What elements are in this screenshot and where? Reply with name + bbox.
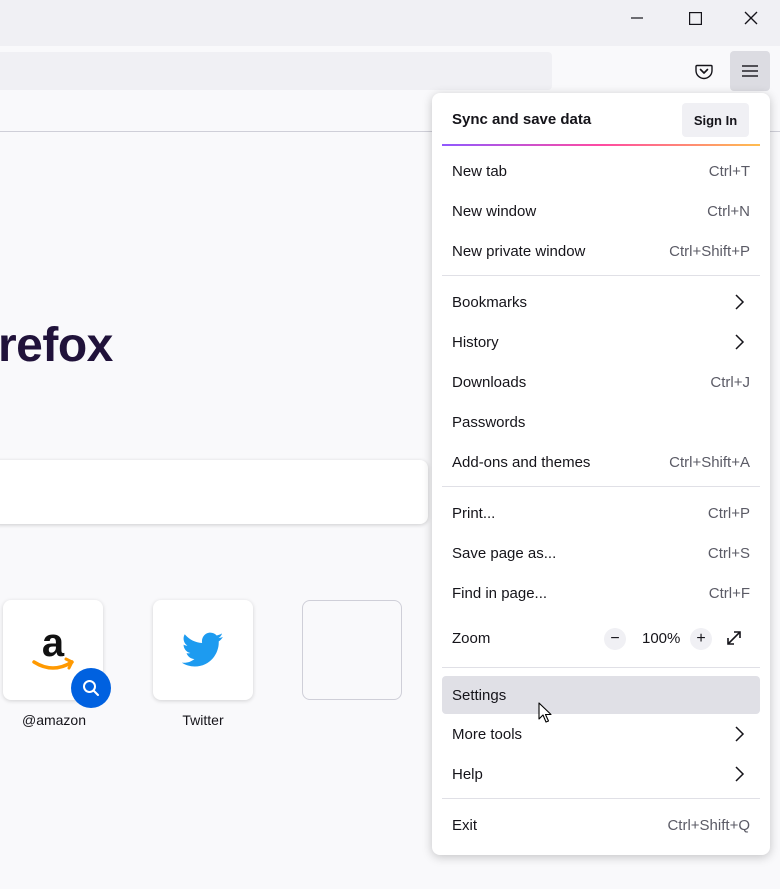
- menu-item-label: Passwords: [452, 414, 526, 431]
- pocket-button[interactable]: [686, 55, 722, 87]
- amazon-logo: a: [32, 624, 74, 670]
- menu-item-settings[interactable]: Settings: [442, 676, 760, 714]
- menu-item-save-page[interactable]: Save page as... Ctrl+S: [442, 535, 760, 571]
- minimize-icon: [631, 17, 643, 19]
- menu-item-shortcut: Ctrl+S: [707, 545, 750, 562]
- shortcut-label[interactable]: Twitter: [143, 712, 263, 728]
- menu-item-history[interactable]: History: [442, 324, 760, 360]
- app-menu-panel: Sync and save data Sign In New tab Ctrl+…: [432, 93, 770, 855]
- menu-item-new-tab[interactable]: New tab Ctrl+T: [442, 153, 760, 189]
- menu-item-shortcut: Ctrl+T: [708, 163, 750, 180]
- menu-item-label: Settings: [452, 687, 507, 704]
- maximize-icon: [688, 11, 702, 25]
- menu-item-label: More tools: [452, 726, 523, 743]
- menu-separator: [442, 486, 760, 487]
- shortcut-tile-twitter[interactable]: [153, 600, 253, 700]
- menu-item-addons-themes[interactable]: Add-ons and themes Ctrl+Shift+A: [442, 444, 760, 480]
- menu-item-shortcut: Ctrl+Shift+A: [669, 454, 750, 471]
- menu-item-label: Save page as...: [452, 545, 557, 562]
- minus-icon: −: [604, 628, 626, 650]
- menu-item-label: Bookmarks: [452, 294, 528, 311]
- shortcut-label[interactable]: @amazon: [0, 712, 114, 728]
- firefox-wordmark: refox: [0, 319, 113, 372]
- zoom-reset-button[interactable]: 100%: [642, 630, 680, 647]
- menu-item-label: Print...: [452, 505, 496, 522]
- menu-item-label: Exit: [452, 817, 478, 834]
- title-bar: [0, 0, 780, 46]
- menu-item-shortcut: Ctrl+Shift+P: [669, 243, 750, 260]
- menu-item-new-window[interactable]: New window Ctrl+N: [442, 193, 760, 229]
- sync-section: Sync and save data Sign In: [432, 93, 770, 147]
- menu-item-exit[interactable]: Exit Ctrl+Shift+Q: [442, 807, 760, 843]
- menu-item-zoom: Zoom − 100% +: [442, 620, 760, 656]
- menu-separator: [442, 667, 760, 668]
- newtab-search-box[interactable]: [0, 460, 428, 524]
- chevron-right-icon: [735, 294, 745, 310]
- maximize-button[interactable]: [668, 0, 722, 36]
- plus-icon: +: [690, 628, 712, 650]
- search-icon: [83, 680, 99, 696]
- pocket-icon: [695, 64, 713, 80]
- chevron-right-icon: [735, 766, 745, 782]
- menu-item-label: Downloads: [452, 374, 527, 391]
- zoom-out-button[interactable]: −: [604, 628, 626, 650]
- menu-separator: [442, 798, 760, 799]
- menu-item-label: Find in page...: [452, 585, 548, 602]
- menu-item-label: New private window: [452, 243, 586, 260]
- hamburger-menu-icon: [742, 65, 758, 77]
- shortcut-tile-empty[interactable]: [302, 600, 402, 700]
- menu-item-help[interactable]: Help: [442, 756, 760, 792]
- url-bar[interactable]: [0, 52, 552, 90]
- menu-item-shortcut: Ctrl+P: [707, 505, 750, 522]
- menu-item-print[interactable]: Print... Ctrl+P: [442, 495, 760, 531]
- close-icon: [744, 11, 758, 25]
- menu-item-new-private-window[interactable]: New private window Ctrl+Shift+P: [442, 233, 760, 269]
- sign-in-button[interactable]: Sign In: [682, 103, 749, 137]
- menu-item-label: Add-ons and themes: [452, 454, 591, 471]
- menu-item-find-in-page[interactable]: Find in page... Ctrl+F: [442, 575, 760, 611]
- twitter-logo: [182, 632, 224, 667]
- sync-divider: [442, 144, 760, 146]
- menu-item-shortcut: Ctrl+J: [710, 374, 750, 391]
- minimize-button[interactable]: [610, 0, 664, 36]
- menu-item-shortcut: Ctrl+N: [707, 203, 750, 220]
- menu-item-label: New tab: [452, 163, 508, 180]
- chevron-right-icon: [735, 334, 745, 350]
- sync-title[interactable]: Sync and save data: [452, 111, 591, 128]
- zoom-in-button[interactable]: +: [690, 628, 712, 650]
- search-shortcut-badge[interactable]: [71, 668, 111, 708]
- fullscreen-button[interactable]: [725, 629, 743, 647]
- menu-item-label: Help: [452, 766, 483, 783]
- menu-item-bookmarks[interactable]: Bookmarks: [442, 284, 760, 320]
- chevron-right-icon: [735, 726, 745, 742]
- mouse-cursor-icon: [538, 702, 552, 723]
- menu-item-shortcut: Ctrl+F: [708, 585, 750, 602]
- menu-item-more-tools[interactable]: More tools: [442, 716, 760, 752]
- app-menu-button[interactable]: [730, 51, 770, 91]
- menu-item-label: New window: [452, 203, 537, 220]
- menu-item-downloads[interactable]: Downloads Ctrl+J: [442, 364, 760, 400]
- menu-separator: [442, 275, 760, 276]
- menu-item-shortcut: Ctrl+Shift+Q: [667, 817, 750, 834]
- menu-item-passwords[interactable]: Passwords: [442, 404, 760, 440]
- menu-item-label: History: [452, 334, 499, 351]
- svg-text:a: a: [42, 624, 65, 665]
- close-button[interactable]: [724, 0, 778, 36]
- fullscreen-icon: [727, 631, 741, 645]
- menu-item-label: Zoom: [452, 630, 491, 647]
